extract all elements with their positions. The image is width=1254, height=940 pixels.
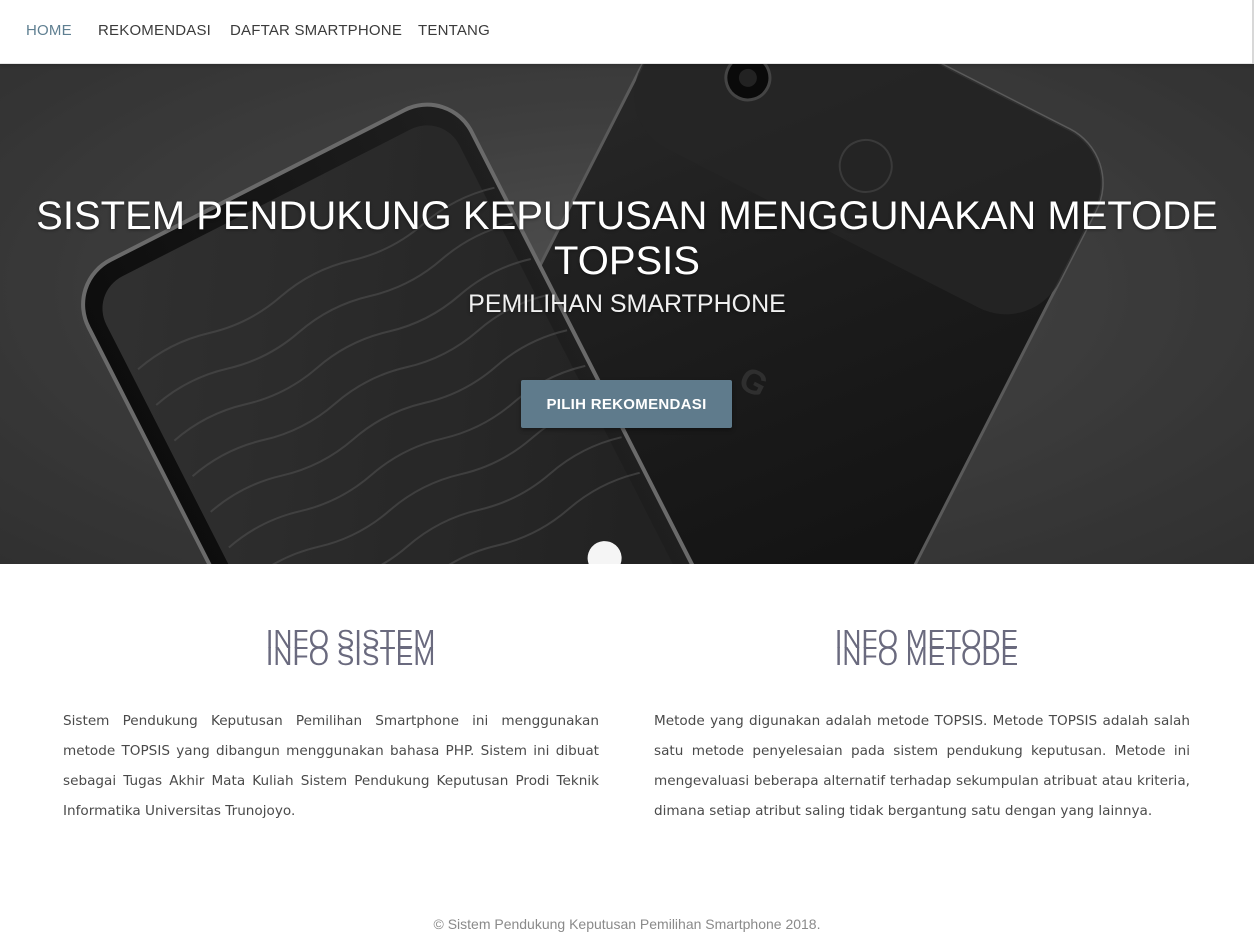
hero-title-line1: SISTEM PENDUKUNG KEPUTUSAN MENGGUNAKAN M… xyxy=(36,194,1218,238)
nav-item-daftar-smartphone[interactable]: DAFTAR SMARTPHONE xyxy=(230,22,402,39)
info-metode-text: Metode yang digunakan adalah metode TOPS… xyxy=(654,713,1190,819)
nav-item-rekomendasi[interactable]: REKOMENDASI xyxy=(98,22,211,39)
info-metode-title-echo: INFO METODE xyxy=(835,641,1019,671)
nav-item-home[interactable]: HOME xyxy=(26,22,72,39)
footer-copyright: © Sistem Pendukung Keputusan Pemilihan S… xyxy=(433,916,821,932)
navbar: HOME REKOMENDASI DAFTAR SMARTPHONE TENTA… xyxy=(0,0,1254,64)
hero-subtitle: PEMILIHAN SMARTPHONE xyxy=(468,290,786,318)
nav-item-tentang[interactable]: TENTANG xyxy=(418,22,490,39)
hero-title: SISTEM PENDUKUNG KEPUTUSAN MENGGUNAKAN M… xyxy=(0,194,1254,284)
hero-title-line2: TOPSIS xyxy=(554,239,700,283)
info-metode-heading: INFO METODE INFO METODE xyxy=(835,624,1018,671)
pilih-rekomendasi-button[interactable]: PILIH REKOMENDASI xyxy=(521,380,732,428)
info-sistem-text: Sistem Pendukung Keputusan Pemilihan Sma… xyxy=(63,713,599,819)
info-sistem-heading: INFO SISTEM INFO SISTEM xyxy=(266,624,435,671)
hero-banner: G SISTEM PENDUKUNG KEPUTUSAN MENGGUNAKAN… xyxy=(0,64,1254,564)
info-sistem-title-echo: INFO SISTEM xyxy=(266,641,436,671)
